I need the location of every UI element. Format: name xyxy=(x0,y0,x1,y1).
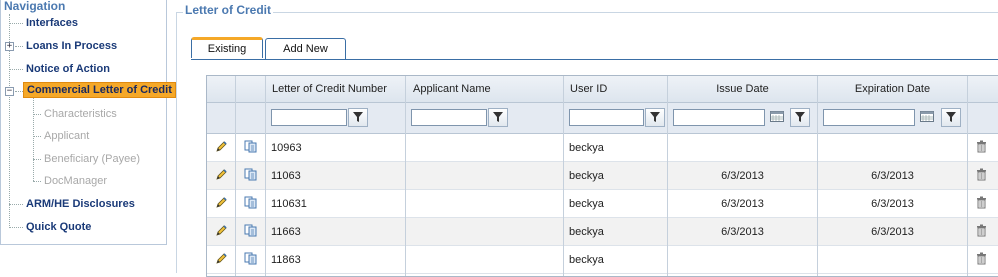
tab-existing[interactable]: Existing xyxy=(191,37,263,58)
tab-add-new[interactable]: Add New xyxy=(265,38,346,59)
tree-line xyxy=(33,136,41,137)
plus-icon[interactable]: + xyxy=(5,42,14,51)
filter-input-issue-date[interactable] xyxy=(673,109,765,126)
tree-line xyxy=(15,46,23,47)
copy-icon[interactable] xyxy=(244,140,258,156)
cell-number: 11063 xyxy=(271,170,301,182)
tree-line xyxy=(33,96,34,181)
filter-button[interactable] xyxy=(348,108,368,127)
tree-line xyxy=(9,204,23,205)
copy-icon[interactable] xyxy=(244,196,258,212)
filter-controls xyxy=(207,103,998,133)
nav-item-quick-quote[interactable]: Quick Quote xyxy=(26,221,91,233)
edit-icon[interactable] xyxy=(215,140,228,156)
copy-icon[interactable] xyxy=(244,168,258,184)
trash-icon[interactable] xyxy=(976,224,987,240)
filter-icon xyxy=(946,112,956,122)
cell-user-id: beckya xyxy=(569,226,604,238)
cell-expiration-date: 6/3/2013 xyxy=(871,226,914,238)
cell-number: 11663 xyxy=(271,226,301,238)
column-header-issue-date[interactable]: Issue Date xyxy=(668,83,817,95)
edit-icon[interactable] xyxy=(215,196,228,212)
cell-issue-date: 6/3/2013 xyxy=(721,226,764,238)
page-title: Letter of Credit xyxy=(183,3,274,17)
tree-line xyxy=(9,227,23,228)
nav-subitem-docmanager[interactable]: DocManager xyxy=(44,175,107,187)
tab-divider xyxy=(191,59,998,60)
letter-of-credit-grid: Letter of Credit Number Applicant Name U… xyxy=(206,75,998,277)
nav-subitem-beneficiary[interactable]: Beneficiary (Payee) xyxy=(44,153,140,165)
cell-expiration-date: 6/3/2013 xyxy=(871,170,914,182)
cell-issue-date: 6/3/2013 xyxy=(721,198,764,210)
tree-line xyxy=(9,23,23,24)
trash-icon[interactable] xyxy=(976,140,987,156)
filter-button[interactable] xyxy=(488,108,508,127)
filter-button[interactable] xyxy=(645,108,665,127)
nav-subitem-characteristics[interactable]: Characteristics xyxy=(44,108,117,120)
filter-icon xyxy=(650,112,660,122)
nav-item-loans-in-process[interactable]: Loans In Process xyxy=(26,40,117,52)
cell-user-id: beckya xyxy=(569,254,604,266)
cell-number: 11863 xyxy=(271,254,301,266)
navigation-title: Navigation xyxy=(4,0,69,13)
cell-issue-date: 6/3/2013 xyxy=(721,170,764,182)
filter-button[interactable] xyxy=(941,108,961,127)
copy-icon[interactable] xyxy=(244,224,258,240)
nav-subitem-applicant[interactable]: Applicant xyxy=(44,130,89,142)
filter-input-applicant[interactable] xyxy=(411,109,487,126)
nav-item-arm-he-disclosures[interactable]: ARM/HE Disclosures xyxy=(26,198,135,210)
filter-icon xyxy=(795,112,805,122)
cell-user-id: beckya xyxy=(569,142,604,154)
column-header-user-id[interactable]: User ID xyxy=(570,83,607,95)
column-header-expiration-date[interactable]: Expiration Date xyxy=(818,83,967,95)
filter-input-user-id[interactable] xyxy=(569,109,644,126)
navigation-panel: + − Interfaces Loans In Process Notice o… xyxy=(0,0,176,245)
edit-icon[interactable] xyxy=(215,168,228,184)
nav-item-notice-of-action[interactable]: Notice of Action xyxy=(26,63,110,75)
filter-input-expiration-date[interactable] xyxy=(823,109,915,126)
tree-line xyxy=(33,181,41,182)
cell-user-id: beckya xyxy=(569,198,604,210)
trash-icon[interactable] xyxy=(976,196,987,212)
filter-icon xyxy=(353,112,363,122)
nav-item-interfaces[interactable]: Interfaces xyxy=(26,17,78,29)
column-header-number[interactable]: Letter of Credit Number xyxy=(272,83,387,95)
tree-line xyxy=(9,69,23,70)
tree-line xyxy=(33,114,41,115)
filter-icon xyxy=(493,112,503,122)
calendar-icon[interactable] xyxy=(920,111,934,122)
cell-expiration-date: 6/3/2013 xyxy=(871,198,914,210)
filter-button[interactable] xyxy=(790,108,810,127)
nav-item-commercial-letter-of-credit[interactable]: Commercial Letter of Credit xyxy=(23,82,176,98)
cell-number: 110631 xyxy=(271,198,307,210)
tree-line xyxy=(33,159,41,160)
cell-user-id: beckya xyxy=(569,170,604,182)
trash-icon[interactable] xyxy=(976,168,987,184)
edit-icon[interactable] xyxy=(215,224,228,240)
calendar-icon[interactable] xyxy=(770,111,784,122)
minus-icon[interactable]: − xyxy=(5,87,14,96)
tree-line xyxy=(15,91,23,92)
filter-input-number[interactable] xyxy=(271,109,347,126)
column-header-applicant[interactable]: Applicant Name xyxy=(413,83,491,95)
cell-number: 10963 xyxy=(271,142,302,154)
